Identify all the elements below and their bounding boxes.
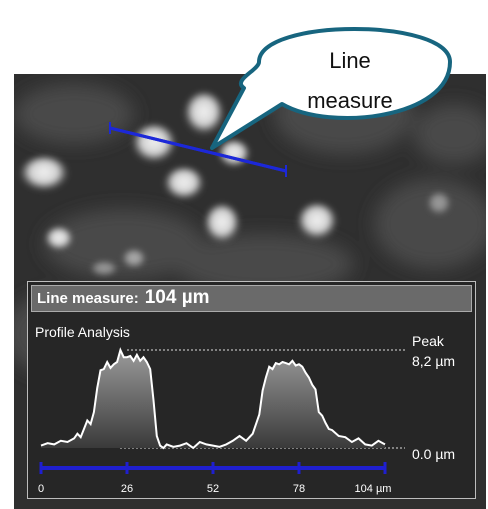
- peak-value: 8,2 µm: [412, 353, 455, 369]
- x-tick-label: 52: [207, 483, 219, 495]
- callout-text-line2: measure: [307, 88, 393, 113]
- callout-text-line1: Line: [329, 48, 371, 73]
- x-tick-label: 26: [121, 483, 133, 495]
- x-tick-label: 78: [293, 483, 305, 495]
- peak-label: Peak: [412, 333, 445, 349]
- profile-panel: Line measure: 104 µm Profile Analysis Pe…: [27, 281, 476, 499]
- profile-chart: Profile Analysis Peak 8,2 µm 0.0 µm 0 26 5…: [35, 324, 455, 495]
- measure-line-segment[interactable]: [109, 126, 287, 173]
- x-tick-label: 0: [38, 483, 44, 495]
- profile-area: [41, 350, 385, 448]
- x-tick-label: 104 µm: [355, 483, 392, 495]
- baseline-value: 0.0 µm: [412, 446, 455, 462]
- profile-title: Profile Analysis: [35, 324, 130, 340]
